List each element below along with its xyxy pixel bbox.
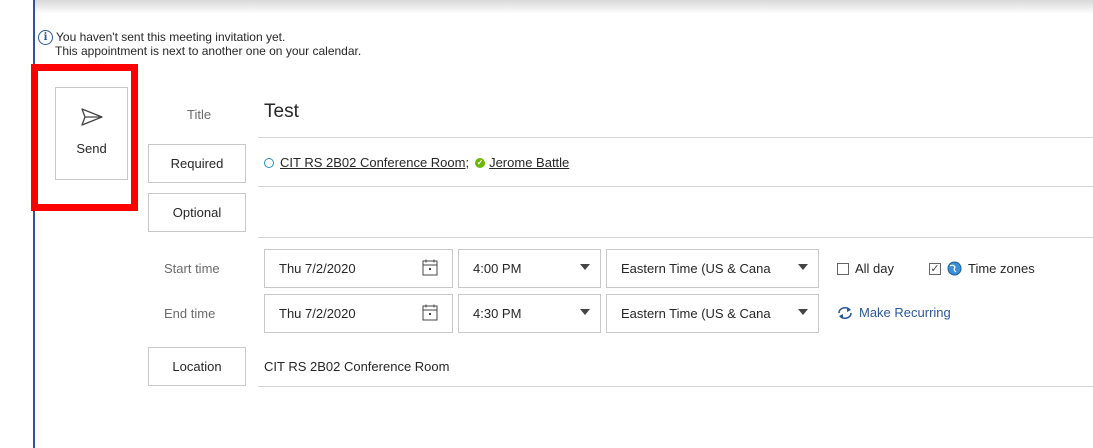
- title-underline: [258, 137, 1093, 138]
- end-time-value: 4:30 PM: [473, 306, 522, 321]
- end-timezone-dropdown[interactable]: Eastern Time (US & Cana: [606, 294, 819, 333]
- optional-label: Optional: [172, 205, 222, 220]
- chevron-down-icon: [580, 264, 590, 270]
- location-label: Location: [172, 359, 222, 374]
- start-timezone-value: Eastern Time (US & Cana: [621, 261, 771, 276]
- start-time-label: Start time: [164, 261, 220, 276]
- location-button[interactable]: Location: [148, 347, 246, 386]
- all-day-checkbox[interactable]: All day: [837, 261, 894, 276]
- end-time-dropdown[interactable]: 4:30 PM: [458, 294, 601, 333]
- make-recurring-button[interactable]: Make Recurring: [837, 305, 951, 320]
- globe-icon: [947, 261, 962, 276]
- time-zones-box: ✓: [929, 262, 941, 275]
- time-zones-checkbox[interactable]: ✓ Time zones: [929, 261, 1035, 276]
- start-date-picker[interactable]: Thu 7/2/2020: [264, 249, 453, 288]
- end-time-label: End time: [164, 306, 216, 321]
- ribbon-shadow: [35, 0, 1093, 14]
- all-day-label: All day: [855, 261, 895, 276]
- location-input[interactable]: CIT RS 2B02 Conference Room: [264, 359, 449, 374]
- presence-unknown-icon: [264, 157, 274, 168]
- optional-button[interactable]: Optional: [148, 193, 246, 232]
- all-day-box: [837, 262, 849, 275]
- start-time-dropdown[interactable]: 4:00 PM: [458, 249, 601, 288]
- info-text-unsent: You haven't sent this meeting invitation…: [56, 30, 286, 44]
- end-timezone-value: Eastern Time (US & Cana: [621, 306, 771, 321]
- start-date-value: Thu 7/2/2020: [279, 261, 356, 276]
- required-underline: [258, 186, 1093, 187]
- highlight-box: [31, 64, 138, 211]
- recurring-icon: [838, 306, 852, 319]
- title-input[interactable]: Test: [264, 101, 299, 123]
- title-label: Title: [187, 107, 212, 122]
- end-date-value: Thu 7/2/2020: [279, 306, 356, 321]
- chevron-down-icon: [580, 309, 590, 315]
- end-date-picker[interactable]: Thu 7/2/2020: [264, 294, 453, 333]
- presence-available-icon: ✓: [475, 157, 486, 168]
- attendee-conference-room[interactable]: CIT RS 2B02 Conference Room;: [280, 155, 469, 170]
- start-time-value: 4:00 PM: [473, 261, 522, 276]
- calendar-icon[interactable]: [422, 304, 438, 321]
- start-timezone-dropdown[interactable]: Eastern Time (US & Cana: [606, 249, 819, 288]
- make-recurring-label: Make Recurring: [859, 305, 951, 320]
- required-label: Required: [170, 156, 224, 171]
- attendee-jerome-battle[interactable]: Jerome Battle: [489, 155, 569, 170]
- chevron-down-icon: [798, 309, 808, 315]
- time-zones-label: Time zones: [968, 261, 1035, 276]
- required-button[interactable]: Required: [148, 144, 246, 183]
- info-bar: i You haven't sent this meeting invitati…: [38, 30, 361, 58]
- optional-underline: [258, 237, 1093, 238]
- info-icon: i: [38, 30, 53, 45]
- info-text-adjacent: This appointment is next to another one …: [55, 44, 362, 58]
- required-attendees[interactable]: CIT RS 2B02 Conference Room; ✓ Jerome Ba…: [264, 155, 569, 170]
- chevron-down-icon: [798, 264, 808, 270]
- location-underline: [258, 386, 1093, 387]
- calendar-icon[interactable]: [422, 259, 438, 276]
